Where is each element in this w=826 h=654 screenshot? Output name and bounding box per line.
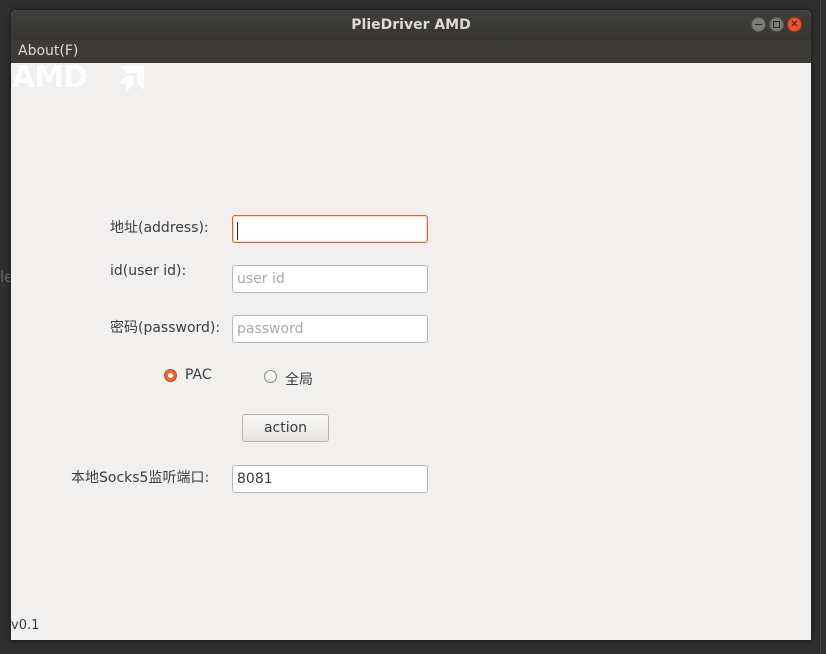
- background-divider: [820, 0, 821, 654]
- pac-radio[interactable]: [164, 369, 177, 382]
- userid-label: id(user id):: [110, 263, 187, 279]
- menu-bar: About(F): [11, 40, 811, 63]
- minimize-button[interactable]: [751, 17, 766, 32]
- text-caret: [237, 222, 238, 240]
- minimize-icon: [755, 24, 762, 25]
- socks-port-input[interactable]: [232, 465, 428, 493]
- action-button[interactable]: action: [242, 414, 329, 442]
- app-window: PlieDriver AMD ✕ About(F) AMD 地址(address…: [11, 10, 811, 640]
- amd-arrow-icon: [118, 66, 144, 92]
- close-button[interactable]: ✕: [787, 17, 802, 32]
- password-label: 密码(password):: [110, 320, 221, 336]
- socks-port-label: 本地Socks5监听端口:: [71, 470, 210, 486]
- password-input[interactable]: [232, 315, 428, 343]
- address-input[interactable]: [232, 215, 428, 243]
- title-bar[interactable]: PlieDriver AMD ✕: [11, 10, 811, 40]
- maximize-icon: [773, 21, 780, 28]
- global-radio[interactable]: [264, 370, 277, 383]
- address-label: 地址(address):: [110, 220, 209, 236]
- global-radio-label[interactable]: 全局: [285, 369, 313, 389]
- pac-radio-label[interactable]: PAC: [185, 367, 212, 383]
- logo-text: AMD: [12, 60, 88, 95]
- userid-input[interactable]: [232, 265, 428, 293]
- maximize-button[interactable]: [769, 17, 784, 32]
- main-content: AMD 地址(address): id(user id): 密码(passwor…: [11, 63, 811, 640]
- window-title: PlieDriver AMD: [351, 17, 471, 33]
- version-label: v0.1: [11, 618, 40, 633]
- close-icon: ✕: [790, 19, 799, 30]
- radio-selected-dot: [168, 373, 173, 378]
- desktop-background: le PlieDriver AMD ✕ About(F) AMD 地址(addr…: [0, 0, 826, 654]
- amd-logo: AMD: [12, 60, 144, 95]
